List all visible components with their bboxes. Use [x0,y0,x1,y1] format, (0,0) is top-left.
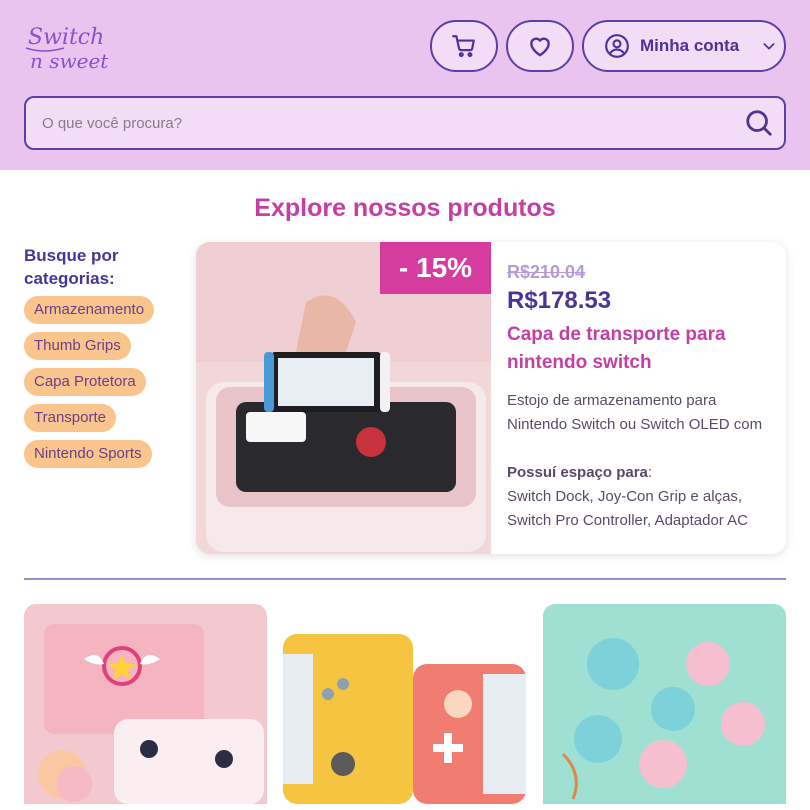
search-bar [24,96,786,150]
svg-text:Switch: Switch [28,25,104,50]
product-description: Estojo de armazenamento para Nintendo Sw… [507,389,769,437]
page-title: Explore nossos produtos [254,194,556,222]
section-divider [24,578,786,580]
product-card[interactable] [543,604,786,810]
category-chip-capa-protetora[interactable]: Capa Protetora [24,368,146,396]
category-list: Armazenamento Thumb Grips Capa Protetora… [24,296,155,476]
categories-heading: Busque por categorias: [24,246,119,288]
product-image-paw-thumb-grips [543,604,786,804]
product-image-sakura-case [24,604,267,804]
user-circle-icon [605,34,629,58]
search-icon[interactable] [744,108,774,138]
heart-icon [530,37,550,57]
category-chip-transporte[interactable]: Transporte [24,404,116,432]
description-text: Estojo de armazenamento para Nintendo Sw… [507,392,763,433]
site-header: Switch n sweet Minha conta [0,0,810,170]
favorites-button[interactable] [506,20,574,72]
category-chip-thumb-grips[interactable]: Thumb Grips [24,332,131,360]
chevron-down-icon [763,43,775,50]
search-input[interactable] [42,98,722,148]
space-label-text: Possuí espaço para [507,464,648,481]
space-label-colon: : [647,464,653,481]
category-chip-nintendo-sports[interactable]: Nintendo Sports [24,440,152,468]
product-image-switch-lite-grips [283,604,526,804]
cart-icon [452,35,475,58]
discount-badge: - 15% [380,242,491,294]
product-card[interactable] [24,604,267,810]
cart-button[interactable] [430,20,498,72]
svg-text:n sweet: n sweet [30,49,109,73]
brand-logo[interactable]: Switch n sweet [24,18,110,74]
account-label: Minha conta [640,36,740,55]
account-menu-button[interactable]: Minha conta [582,20,786,72]
product-title[interactable]: Capa de transporte para nintendo switch [507,321,769,377]
old-price: R$210.04 [507,262,586,282]
current-price: R$178.53 [507,287,612,314]
space-items: Switch Dock, Joy-Con Grip e alças, Switc… [507,488,748,529]
space-label: Possuí espaço para: [507,461,769,485]
category-chip-armazenamento[interactable]: Armazenamento [24,296,155,324]
featured-product-card[interactable]: - 15% R$210.04 R$178.53 Capa de transpor… [196,242,786,554]
product-card[interactable] [283,604,526,810]
